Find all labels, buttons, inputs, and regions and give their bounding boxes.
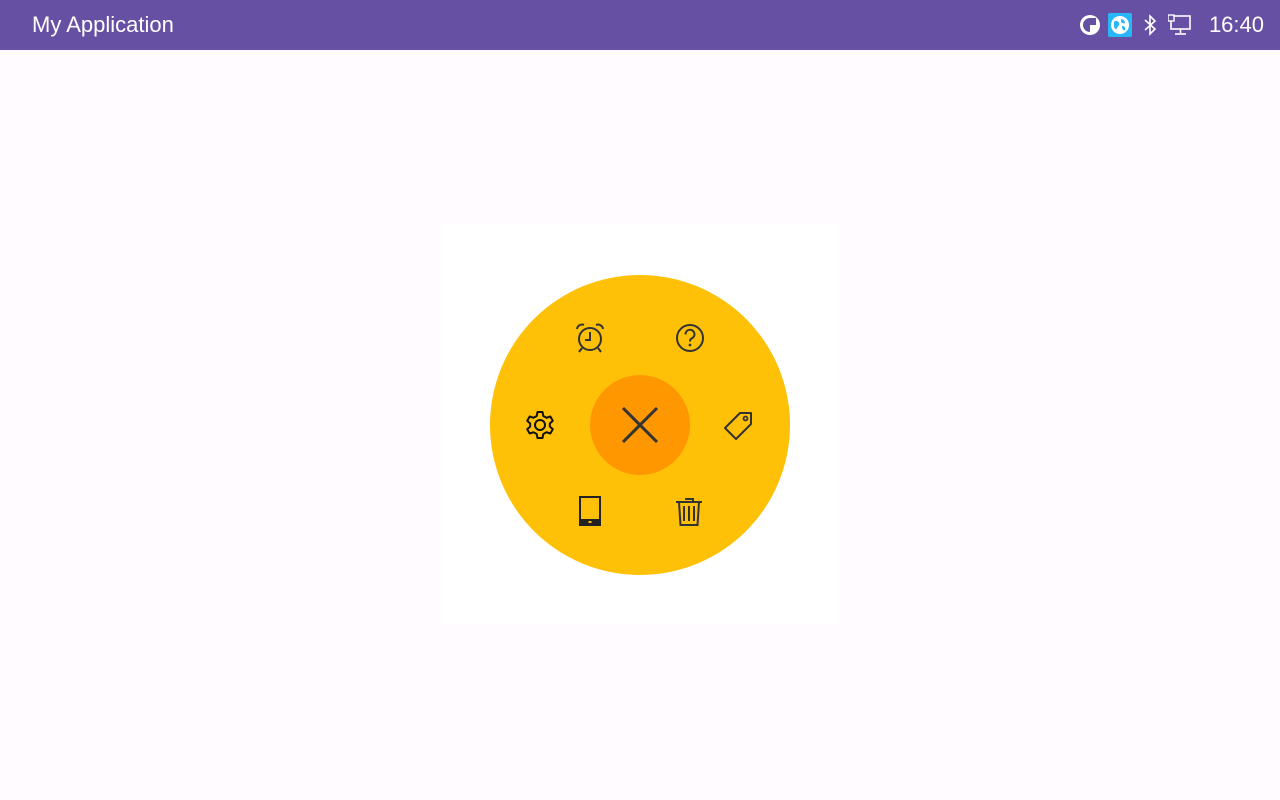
close-icon: [621, 406, 659, 444]
trash-icon: [676, 498, 702, 526]
close-menu-button[interactable]: [590, 375, 690, 475]
help-question-icon: [676, 324, 704, 352]
settings-gear-icon: [526, 411, 554, 439]
app-title: My Application: [32, 12, 174, 37]
delete-menu-item[interactable]: [669, 491, 709, 531]
settings-menu-item[interactable]: [520, 405, 560, 445]
tablet-icon: [579, 496, 601, 526]
alarm-menu-item[interactable]: [570, 318, 610, 358]
device-menu-item[interactable]: [570, 491, 610, 531]
alarm-clock-icon: [576, 323, 604, 353]
ethernet-monitor-icon: [1168, 14, 1191, 35]
bluetooth-icon: [1144, 14, 1157, 36]
tag-icon: [724, 412, 752, 440]
tag-menu-item[interactable]: [719, 405, 759, 445]
main-content: [0, 50, 1280, 800]
radial-menu-wheel: [490, 275, 790, 575]
globe-vpn-icon: [1108, 13, 1132, 37]
data-saver-icon: [1080, 15, 1100, 35]
app-bar: My Application 16:40: [0, 0, 1280, 50]
status-clock: 16:40: [1208, 12, 1264, 37]
radial-menu-panel: [440, 225, 840, 625]
status-icons: [1078, 12, 1192, 38]
help-menu-item[interactable]: [670, 318, 710, 358]
